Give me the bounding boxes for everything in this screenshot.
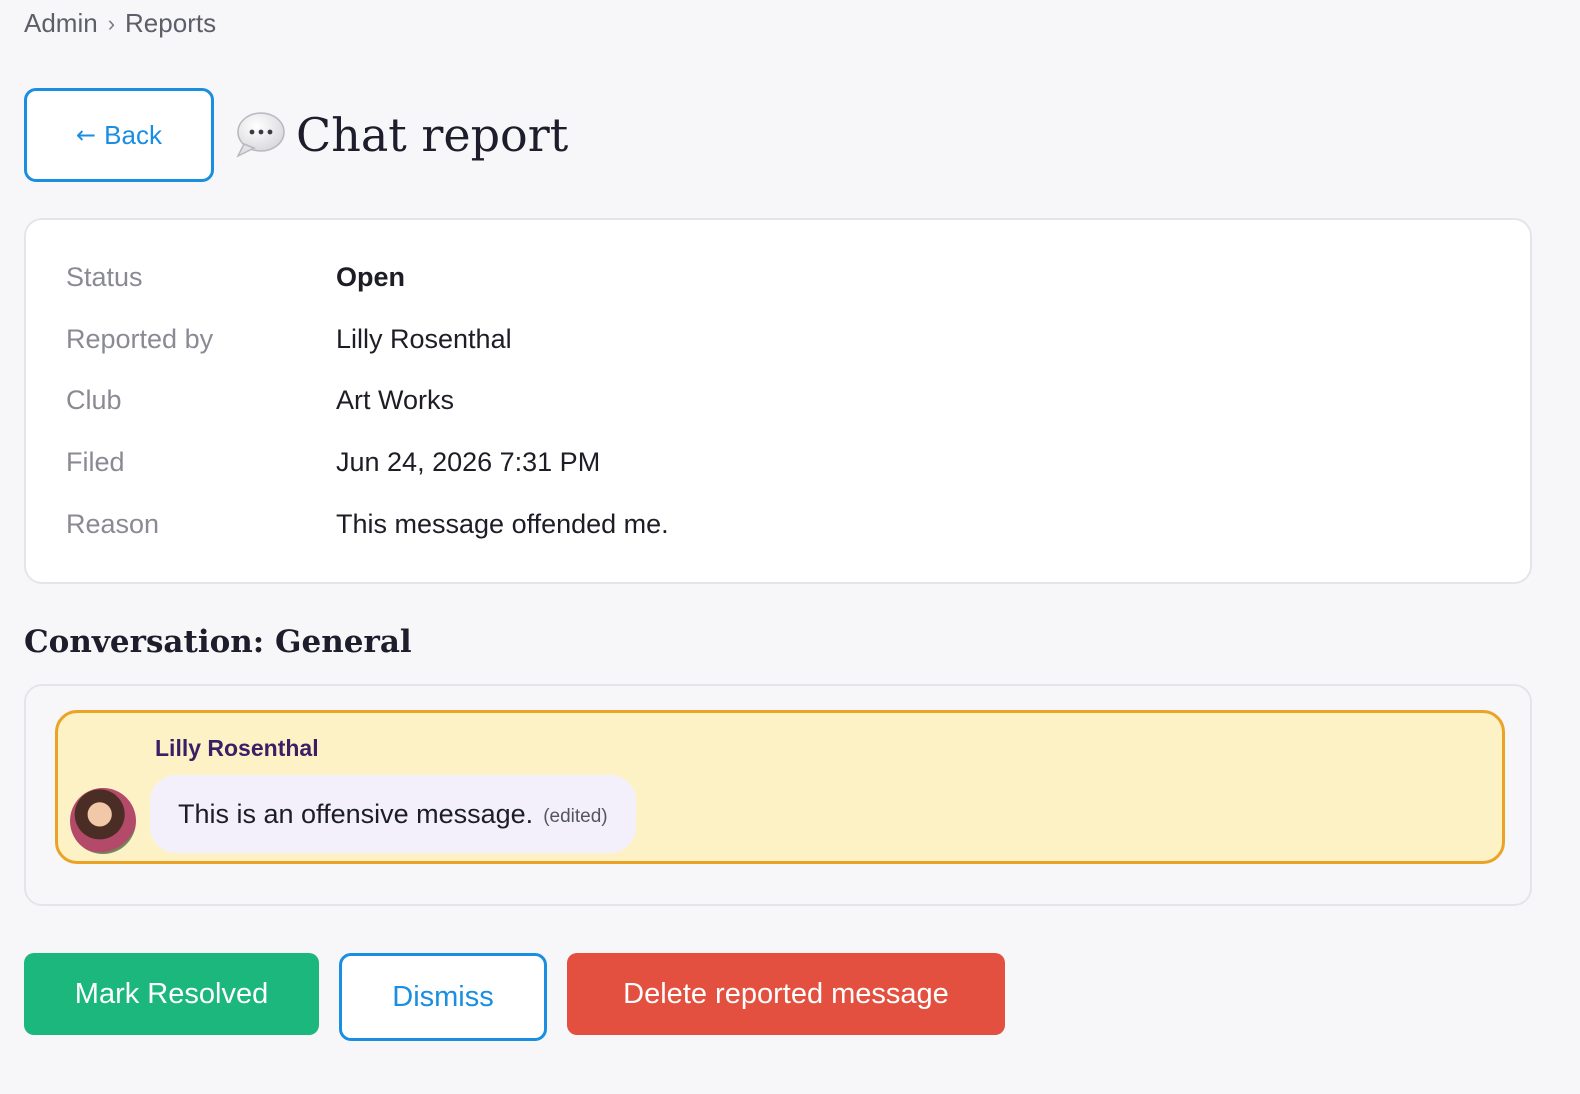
club-label: Club [66, 385, 122, 415]
breadcrumb-reports-link[interactable]: Reports [125, 8, 216, 39]
conversation-card: Lilly Rosenthal This is an offensive mes… [24, 684, 1532, 906]
report-page: Admin › Reports ← Back Chat report Statu… [0, 0, 1580, 1094]
message-author: Lilly Rosenthal [155, 735, 319, 761]
dismiss-button[interactable]: Dismiss [339, 953, 547, 1041]
detail-row-reason: Reason This message offended me. [66, 509, 669, 540]
back-button-label: Back [104, 119, 162, 150]
breadcrumb-admin-link[interactable]: Admin [24, 8, 98, 39]
status-value: Open [336, 262, 406, 292]
page-title: Chat report [296, 108, 569, 162]
club-value: Art Works [336, 385, 455, 415]
reported-message: Lilly Rosenthal This is an offensive mes… [55, 710, 1505, 864]
speech-bubble-icon [234, 110, 286, 160]
title-wrap: Chat report [234, 108, 568, 162]
status-label: Status [66, 262, 143, 292]
breadcrumb: Admin › Reports [24, 8, 216, 39]
filed-value: Jun 24, 2026 7:31 PM [336, 447, 601, 477]
detail-row-club: Club Art Works [66, 385, 454, 416]
message-bubble: This is an offensive message. (edited) [150, 775, 636, 853]
reported-by-value: Lilly Rosenthal [336, 324, 512, 354]
detail-row-reported-by: Reported by Lilly Rosenthal [66, 324, 512, 355]
arrow-left-icon: ← [76, 121, 97, 149]
message-text: This is an offensive message. [178, 798, 534, 829]
edited-indicator: (edited) [543, 806, 608, 827]
filed-label: Filed [66, 447, 125, 477]
conversation-title: Conversation: General [24, 624, 412, 660]
report-details-card: Status Open Reported by Lilly Rosenthal … [24, 218, 1532, 584]
back-button[interactable]: ← Back [24, 88, 214, 182]
mark-resolved-button[interactable]: Mark Resolved [24, 953, 319, 1035]
reported-by-label: Reported by [66, 324, 214, 354]
breadcrumb-separator: › [107, 10, 116, 36]
reason-label: Reason [66, 509, 160, 539]
action-bar: Mark Resolved Dismiss Delete reported me… [24, 953, 1005, 1041]
reason-value: This message offended me. [336, 509, 669, 539]
page-header: ← Back Chat report [24, 88, 568, 182]
detail-row-status: Status Open [66, 262, 405, 293]
delete-message-button[interactable]: Delete reported message [567, 953, 1005, 1035]
detail-row-filed: Filed Jun 24, 2026 7:31 PM [66, 447, 600, 478]
avatar [70, 788, 136, 854]
